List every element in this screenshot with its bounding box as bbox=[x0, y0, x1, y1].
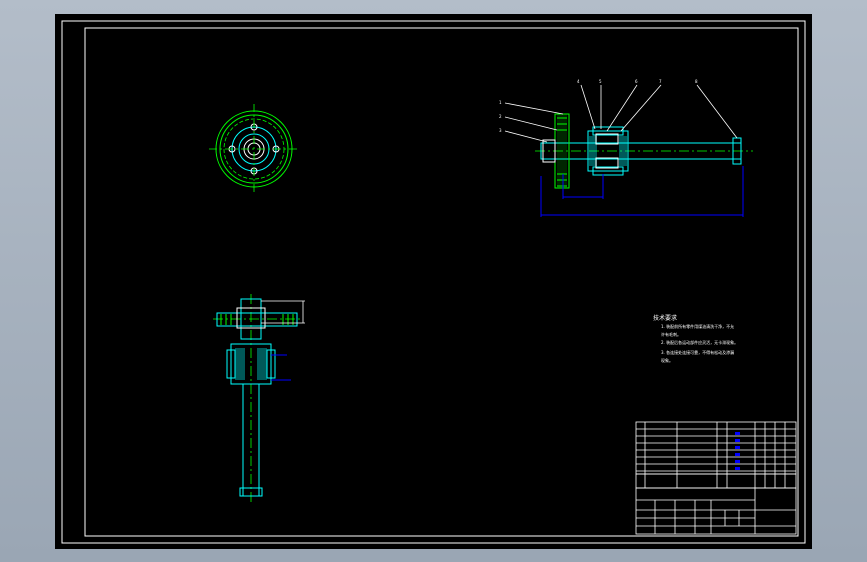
technical-notes: 技术要求 1. 装配前所有零件用煤油清洗干净，不允 许有毛刺。 2. 装配后各运… bbox=[653, 314, 738, 363]
part-balloon: 8 bbox=[695, 79, 698, 84]
section-view-vertical bbox=[213, 294, 305, 504]
part-balloon: 7 bbox=[659, 79, 662, 84]
part-balloon: 4 bbox=[577, 79, 580, 84]
part-balloon: 3 bbox=[499, 128, 502, 133]
notes-line: 2. 装配后各运动部件应灵活，无卡滞现象。 bbox=[661, 339, 738, 345]
notes-line: 1. 装配前所有零件用煤油清洗干净，不允 bbox=[661, 323, 734, 329]
part-balloon: 1 bbox=[499, 100, 502, 105]
end-view bbox=[209, 104, 299, 194]
notes-line: 3. 各连接处连接可靠，不得有松动及渗漏 bbox=[661, 349, 734, 355]
part-balloon: 2 bbox=[499, 114, 502, 119]
notes-line: 许有毛刺。 bbox=[661, 331, 681, 337]
title-block bbox=[635, 421, 797, 535]
notes-line: 现象。 bbox=[661, 357, 673, 363]
cad-viewport[interactable]: 技术要求 1. 装配前所有零件用煤油清洗干净，不允 许有毛刺。 2. 装配后各运… bbox=[55, 14, 812, 549]
outer-frame bbox=[61, 20, 806, 544]
part-balloon: 6 bbox=[635, 79, 638, 84]
part-balloon: 5 bbox=[599, 79, 602, 84]
inner-frame bbox=[84, 27, 799, 537]
drawing-sheet: 技术要求 1. 装配前所有零件用煤油清洗干净，不允 许有毛刺。 2. 装配后各运… bbox=[61, 20, 806, 544]
notes-heading: 技术要求 bbox=[653, 314, 677, 322]
section-view-horizontal bbox=[504, 84, 753, 217]
